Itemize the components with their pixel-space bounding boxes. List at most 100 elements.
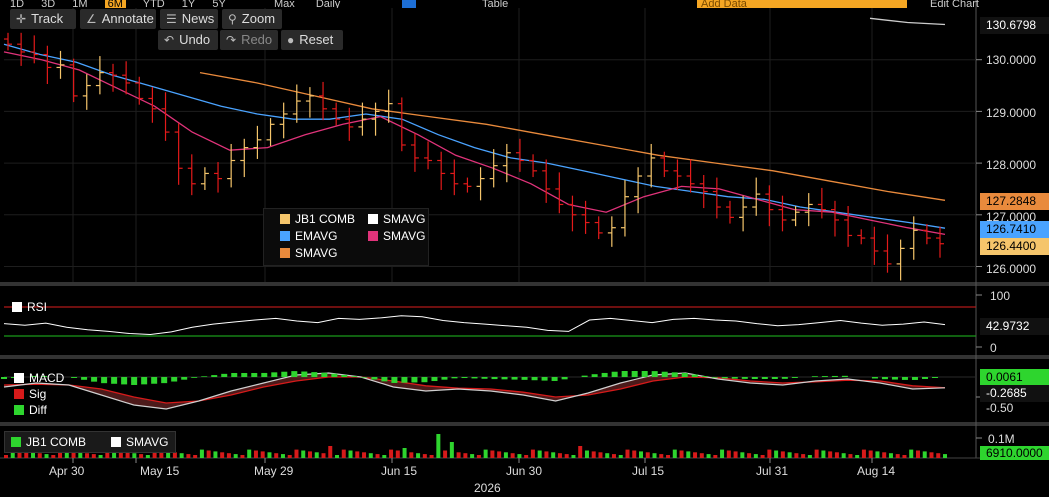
volume-tick: 0.1M — [988, 432, 1015, 446]
x-tick: Aug 14 — [857, 464, 896, 478]
diff-bar — [651, 371, 658, 377]
diff-bar — [301, 371, 308, 377]
macd-legend-diff[interactable]: Diff — [14, 403, 47, 417]
x-axis-year: 2026 — [474, 481, 501, 495]
period-ytd[interactable]: YTD — [143, 0, 165, 8]
period-1d[interactable]: 1D — [10, 0, 24, 8]
macd-legend-macd[interactable]: MACD — [14, 371, 64, 385]
diff-bar — [191, 377, 198, 378]
undo-label: Undo — [179, 32, 211, 47]
period-1m[interactable]: 1M — [72, 0, 87, 8]
volume-bar — [186, 454, 191, 458]
table-button[interactable]: Table — [482, 0, 542, 8]
volume-bar — [611, 454, 616, 458]
reset-button[interactable]: ● Reset — [281, 30, 343, 50]
track-label: Track — [31, 11, 64, 26]
track-button[interactable]: ✛ Track — [10, 9, 76, 29]
redo-button[interactable]: ↷ Redo — [220, 30, 278, 50]
volume-bar — [821, 450, 826, 458]
volume-bar — [720, 449, 725, 458]
diff-bar — [351, 376, 358, 377]
edit-chart-button[interactable]: Edit Chart — [930, 0, 1049, 8]
period-daily[interactable]: Daily — [316, 0, 340, 8]
diff-bar — [621, 371, 628, 377]
volume-bar — [929, 452, 934, 458]
volume-bar — [943, 454, 947, 458]
legend-jb1-comb[interactable]: JB1 COMB — [280, 212, 355, 226]
undo-button[interactable]: ↶ Undo — [158, 30, 218, 50]
diff-bar — [231, 373, 238, 377]
diff-bar — [881, 377, 888, 380]
period-max[interactable]: Max — [274, 0, 295, 8]
price-legend[interactable]: JB1 COMB SMAVG EMAVG SMAVG SMAVG — [263, 208, 429, 266]
volume-bar — [233, 454, 238, 458]
undo-icon: ↶ — [164, 33, 175, 47]
news-button[interactable]: ☰ News — [160, 9, 218, 29]
diff-bar — [181, 377, 188, 380]
diff-bar — [311, 372, 318, 377]
diff-bar — [901, 377, 908, 380]
diff-bar — [501, 377, 508, 380]
x-tick: Apr 30 — [49, 464, 85, 478]
volume-legend-jb1[interactable]: JB1 COMB — [11, 435, 86, 449]
legend-swatch — [111, 437, 121, 447]
volume-bar — [747, 453, 752, 458]
volume-bar — [774, 450, 779, 458]
diff-bar — [771, 377, 778, 379]
diff-label: Diff — [29, 403, 47, 417]
legend-swatch — [280, 248, 290, 258]
volume-bar — [422, 454, 427, 458]
volume-bar — [31, 452, 36, 458]
y-tick-126: 126.0000 — [986, 262, 1037, 276]
volume-bar — [253, 450, 258, 458]
volume-bar — [605, 453, 610, 458]
chart-canvas[interactable] — [0, 0, 1049, 497]
volume-bar — [780, 451, 785, 458]
diff-bar — [911, 377, 918, 380]
diff-bar — [171, 377, 178, 382]
rsi-legend[interactable]: RSI — [12, 300, 47, 314]
period-3d[interactable]: 3D — [41, 0, 55, 8]
volume-bar — [875, 451, 880, 458]
annotate-button[interactable]: ∠ Annotate — [80, 9, 156, 29]
reset-label: Reset — [299, 32, 334, 47]
diff-bar — [521, 377, 528, 380]
volume-bar — [348, 450, 353, 458]
diff-bar — [121, 377, 128, 385]
diff-bar — [721, 377, 728, 379]
diff-bar — [221, 373, 228, 377]
period-1y[interactable]: 1Y — [182, 0, 195, 8]
zoom-button[interactable]: ⚲ Zoom — [222, 9, 282, 29]
legend-label: JB1 COMB — [295, 212, 356, 226]
volume-bar — [882, 452, 887, 458]
chart-window: 1D 3D 1M 6M YTD 1Y 5Y Max Daily Table Ad… — [0, 0, 1049, 497]
y-tick-129: 129.0000 — [986, 106, 1037, 120]
macd-legend-sig[interactable]: Sig — [14, 387, 46, 401]
period-strip[interactable]: 1D 3D 1M 6M YTD 1Y 5Y — [10, 0, 250, 8]
volume-bar — [902, 455, 907, 458]
volume-bar — [436, 434, 441, 458]
diff-bar — [841, 375, 848, 377]
legend-emavg[interactable]: EMAVG — [280, 229, 337, 243]
volume-bar — [693, 452, 698, 458]
diff-bar — [271, 372, 278, 377]
volume-bar — [375, 454, 380, 458]
volume-bar — [4, 455, 8, 458]
period-6m[interactable]: 6M — [104, 0, 126, 8]
volume-bar — [679, 450, 684, 458]
legend-smavg-orange[interactable]: SMAVG — [280, 246, 337, 260]
legend-smavg-white[interactable]: SMAVG — [368, 212, 425, 226]
diff-bar — [781, 377, 788, 379]
volume-legend-smavg[interactable]: SMAVG — [111, 435, 168, 449]
diff-bar — [601, 372, 608, 377]
volume-legend[interactable]: JB1 COMB SMAVG — [4, 431, 176, 453]
volume-bar — [37, 453, 42, 458]
volume-bar — [713, 455, 718, 458]
add-data-input[interactable]: Add Data — [697, 0, 907, 8]
legend-smavg-pink[interactable]: SMAVG — [368, 229, 425, 243]
diff-bar — [151, 377, 158, 384]
calendar-icon[interactable] — [402, 0, 416, 8]
magnifier-icon: ⚲ — [228, 12, 237, 26]
period-5y[interactable]: 5Y — [212, 0, 225, 8]
period-strip-2[interactable]: Max Daily — [274, 0, 374, 8]
